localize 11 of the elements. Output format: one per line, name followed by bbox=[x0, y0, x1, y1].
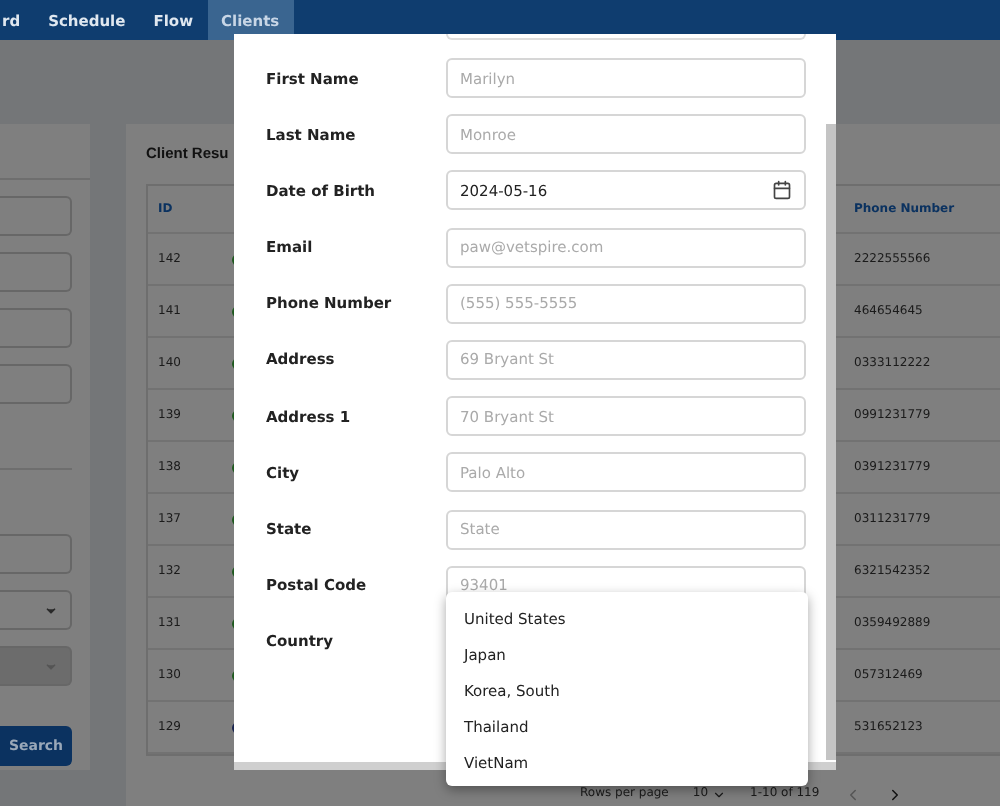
caret-icon bbox=[712, 787, 727, 801]
input-field[interactable] bbox=[0, 196, 72, 236]
calendar-icon[interactable] bbox=[772, 180, 792, 201]
input-field[interactable] bbox=[0, 252, 72, 292]
input-field[interactable] bbox=[0, 364, 72, 404]
scrollbar[interactable] bbox=[826, 124, 836, 760]
select-field[interactable] bbox=[0, 590, 72, 630]
caret-icon bbox=[44, 659, 58, 673]
input-field[interactable] bbox=[0, 534, 72, 574]
input-field[interactable] bbox=[0, 308, 72, 348]
caret-icon bbox=[44, 603, 58, 617]
